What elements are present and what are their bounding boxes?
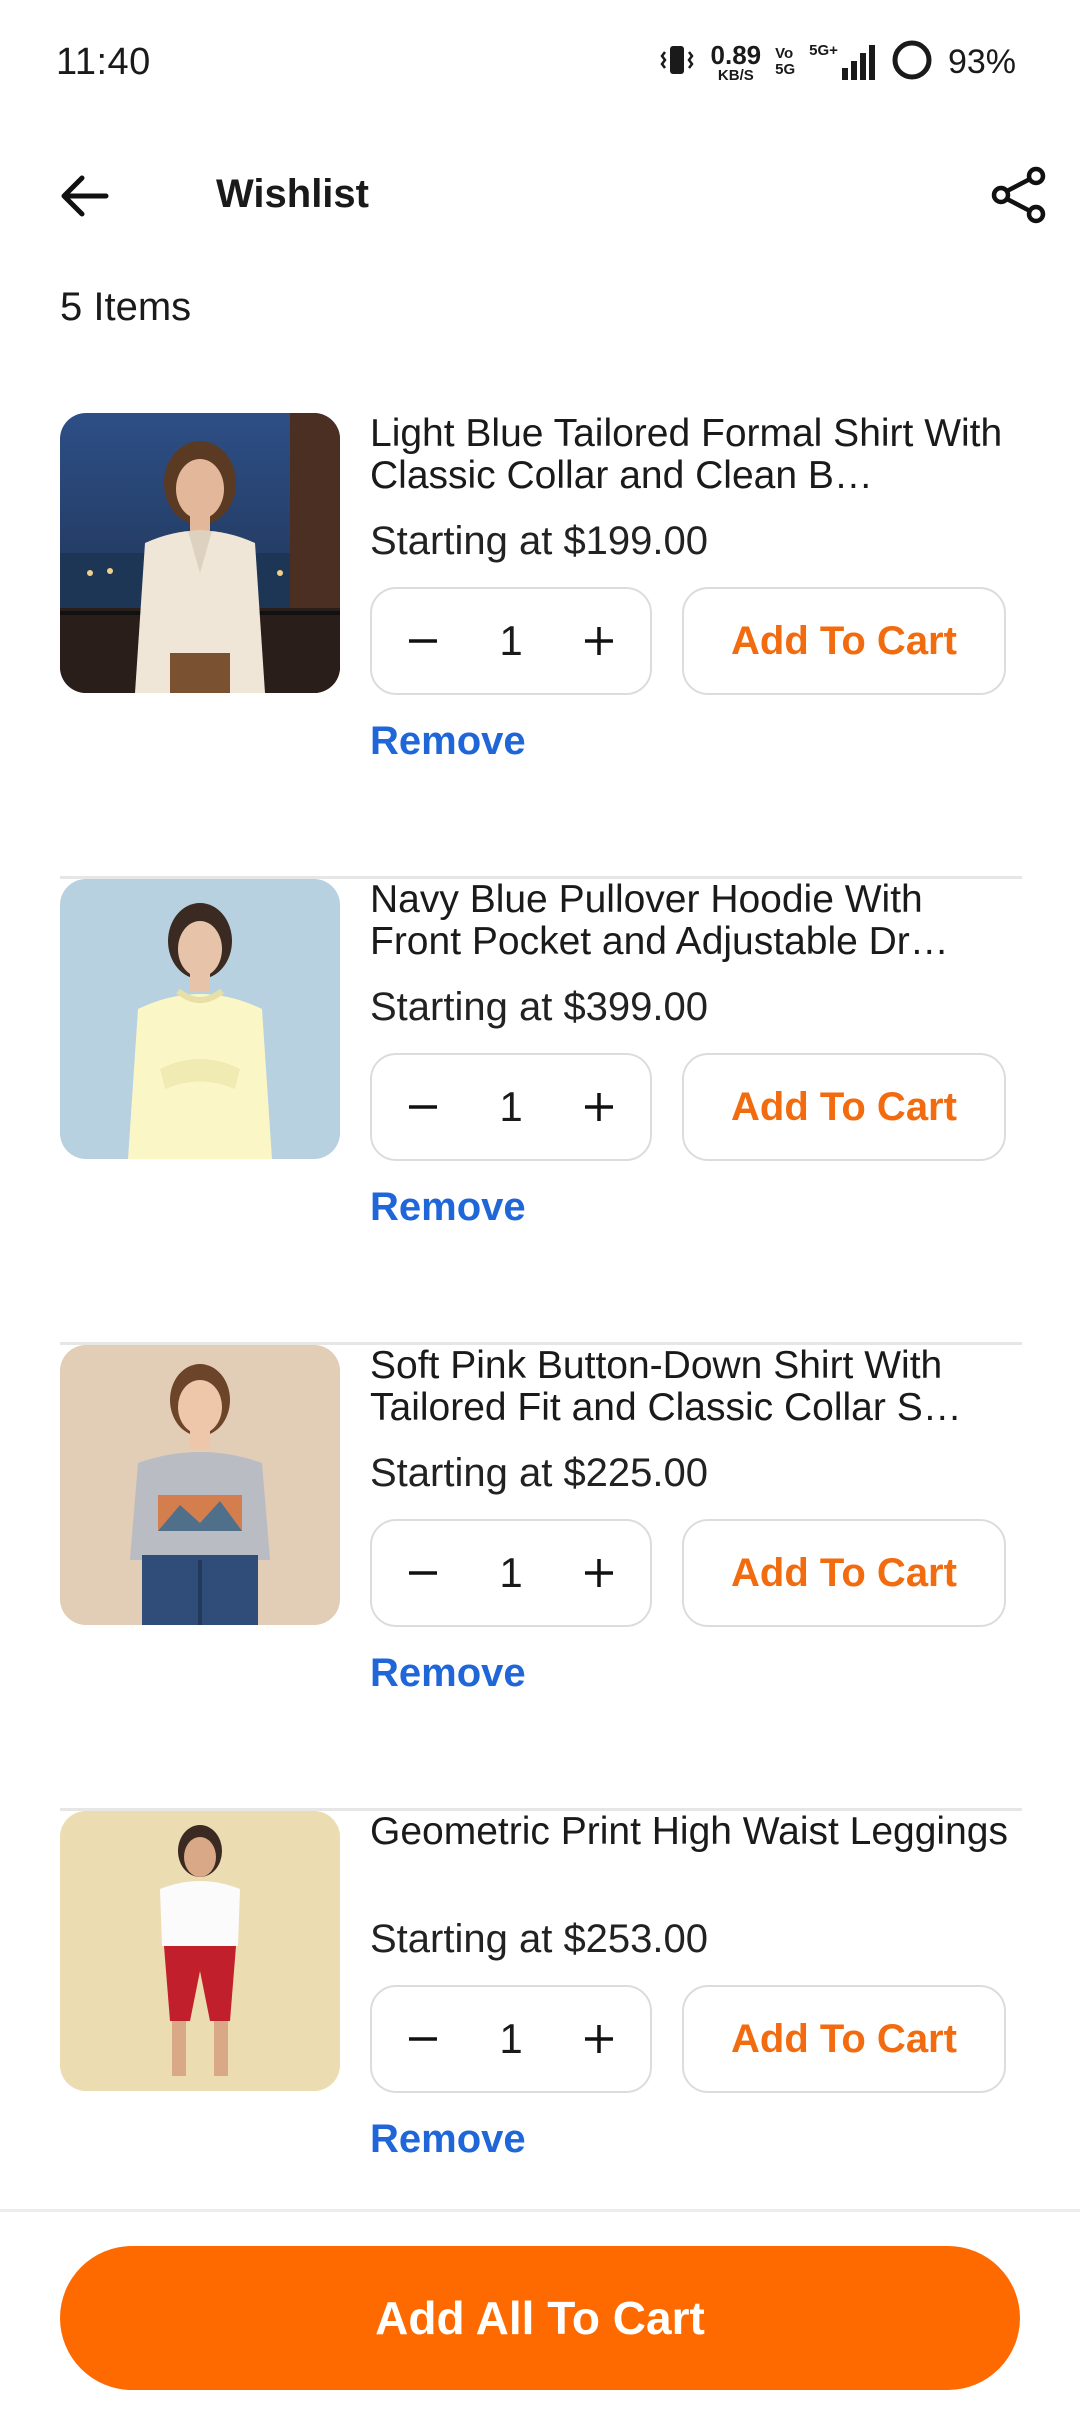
wishlist-item: Navy Blue Pullover Hoodie With Front Poc… <box>60 879 1022 1345</box>
minus-icon <box>409 1571 437 1575</box>
share-icon <box>991 166 1046 224</box>
vo-bottom: 5G <box>775 61 796 78</box>
product-name[interactable]: Navy Blue Pullover Hoodie With Front Poc… <box>370 879 1020 963</box>
quantity-stepper: 1 <box>370 1053 652 1161</box>
decrease-button[interactable] <box>398 1082 448 1132</box>
add-to-cart-button[interactable]: Add To Cart <box>682 1985 1006 2093</box>
decrease-button[interactable] <box>398 1548 448 1598</box>
status-icons: 0.89 KB/S Vo 5G 5G+ 93% <box>657 38 1016 87</box>
share-button[interactable] <box>984 160 1054 230</box>
quantity-value: 1 <box>499 617 523 664</box>
plus-icon <box>584 1559 613 1587</box>
signal-icon: 5G+ <box>809 42 876 82</box>
wishlist-item: Light Blue Tailored Formal Shirt With Cl… <box>60 413 1022 879</box>
app-header: Wishlist <box>0 150 1080 240</box>
vo-top: Vo <box>775 45 794 63</box>
increase-button[interactable] <box>574 616 624 666</box>
plus-icon <box>584 627 613 655</box>
minus-icon <box>409 2037 437 2041</box>
add-to-cart-button[interactable]: Add To Cart <box>682 1519 1006 1627</box>
arrow-left-icon <box>61 175 109 217</box>
net-speed-value: 0.89 <box>710 39 762 70</box>
status-bar: 11:40 0.89 KB/S Vo 5G 5G+ 93% <box>0 0 1080 124</box>
decrease-button[interactable] <box>398 2014 448 2064</box>
product-name[interactable]: Geometric Print High Waist Leggings <box>370 1811 1020 1853</box>
items-count: 5 Items <box>60 285 192 329</box>
plus-icon <box>584 1093 613 1121</box>
quantity-value: 1 <box>499 1549 523 1596</box>
minus-icon <box>409 1105 437 1109</box>
product-price: Starting at $253.00 <box>370 1917 709 1961</box>
quantity-stepper: 1 <box>370 587 652 695</box>
product-image[interactable] <box>60 413 340 693</box>
remove-link[interactable]: Remove <box>370 719 526 764</box>
wishlist-item: Geometric Print High Waist Leggings Star… <box>60 1811 1020 2277</box>
product-price: Starting at $225.00 <box>370 1451 709 1495</box>
battery-percent: 93% <box>947 42 1016 81</box>
quantity-value: 1 <box>499 2015 523 2062</box>
back-button[interactable] <box>52 164 116 228</box>
remove-link[interactable]: Remove <box>370 2117 526 2162</box>
quantity-stepper: 1 <box>370 1519 652 1627</box>
volte-indicator: Vo 5G <box>775 46 795 78</box>
product-image[interactable] <box>60 1811 340 2091</box>
remove-link[interactable]: Remove <box>370 1185 526 1230</box>
add-all-to-cart-button[interactable]: Add All To Cart <box>60 2246 1020 2390</box>
product-name[interactable]: Light Blue Tailored Formal Shirt With Cl… <box>370 413 1020 497</box>
battery-ring-icon <box>890 38 934 87</box>
quantity-stepper: 1 <box>370 1985 652 2093</box>
minus-icon <box>409 639 437 643</box>
plus-icon <box>584 2025 613 2053</box>
increase-button[interactable] <box>574 1082 624 1132</box>
bottom-divider <box>0 2209 1080 2212</box>
net-speed-unit: KB/S <box>717 66 754 84</box>
increase-button[interactable] <box>574 1548 624 1598</box>
remove-link[interactable]: Remove <box>370 1651 526 1696</box>
quantity-value: 1 <box>499 1083 523 1130</box>
network-speed: 0.89 KB/S <box>711 42 762 83</box>
add-to-cart-button[interactable]: Add To Cart <box>682 587 1006 695</box>
vibrate-icon <box>657 40 697 85</box>
product-price: Starting at $199.00 <box>370 519 709 563</box>
add-to-cart-button[interactable]: Add To Cart <box>682 1053 1006 1161</box>
status-time: 11:40 <box>56 40 151 83</box>
product-price: Starting at $399.00 <box>370 985 709 1029</box>
network-type: 5G+ <box>809 42 838 59</box>
decrease-button[interactable] <box>398 616 448 666</box>
wishlist-screen: 11:40 0.89 KB/S Vo 5G 5G+ 93% Wishlist 5… <box>0 0 1080 2412</box>
product-image[interactable] <box>60 1345 340 1625</box>
increase-button[interactable] <box>574 2014 624 2064</box>
product-name[interactable]: Soft Pink Button-Down Shirt With Tailore… <box>370 1345 1020 1429</box>
product-image[interactable] <box>60 879 340 1159</box>
page-title: Wishlist <box>216 172 369 216</box>
wishlist-item: Soft Pink Button-Down Shirt With Tailore… <box>60 1345 1022 1811</box>
